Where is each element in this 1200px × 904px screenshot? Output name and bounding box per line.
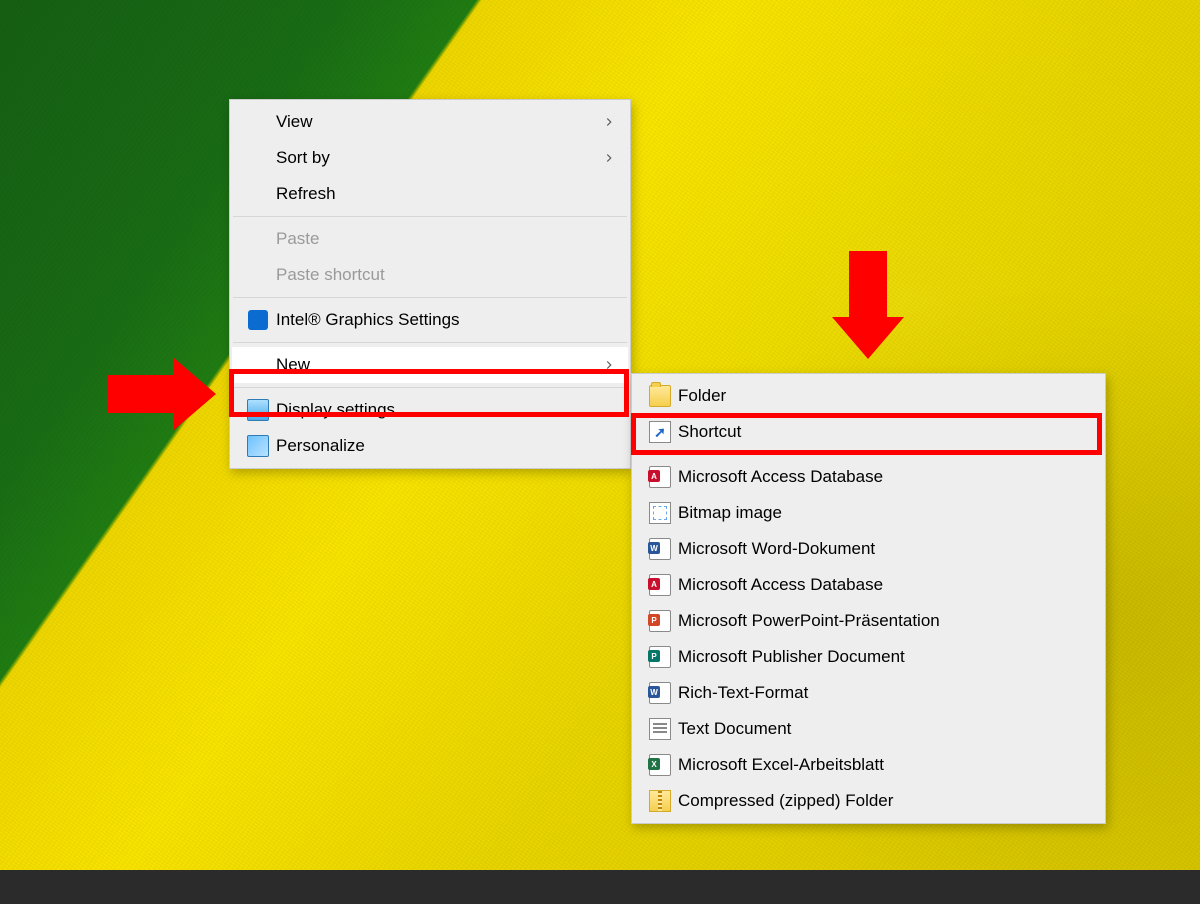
menu-label: Intel® Graphics Settings xyxy=(276,310,616,330)
menu-item-refresh[interactable]: Refresh xyxy=(232,176,628,212)
intel-graphics-icon xyxy=(240,310,276,330)
submenu-item-zip[interactable]: Compressed (zipped) Folder xyxy=(634,783,1103,819)
submenu-item-excel[interactable]: X Microsoft Excel-Arbeitsblatt xyxy=(634,747,1103,783)
menu-label: Rich-Text-Format xyxy=(678,683,1091,703)
menu-label: Sort by xyxy=(276,148,582,168)
menu-label: View xyxy=(276,112,582,132)
access-icon: A xyxy=(642,574,678,596)
taskbar[interactable] xyxy=(0,870,1200,904)
access-icon: A xyxy=(642,466,678,488)
powerpoint-icon: P xyxy=(642,610,678,632)
menu-item-sort-by[interactable]: Sort by xyxy=(232,140,628,176)
menu-label: Microsoft Excel-Arbeitsblatt xyxy=(678,755,1091,775)
new-submenu: Folder Shortcut A Microsoft Access Datab… xyxy=(631,373,1106,824)
menu-label: Compressed (zipped) Folder xyxy=(678,791,1091,811)
rtf-icon: W xyxy=(642,682,678,704)
shortcut-icon xyxy=(642,421,678,443)
menu-label: Bitmap image xyxy=(678,503,1091,523)
display-settings-icon xyxy=(240,399,276,421)
menu-label: New xyxy=(276,355,582,375)
menu-label: Paste xyxy=(276,229,616,249)
menu-label: Display settings xyxy=(276,400,616,420)
menu-separator xyxy=(233,216,627,217)
menu-separator xyxy=(233,297,627,298)
menu-label: Personalize xyxy=(276,436,616,456)
menu-label: Microsoft PowerPoint-Präsentation xyxy=(678,611,1091,631)
word-icon: W xyxy=(642,538,678,560)
menu-label: Paste shortcut xyxy=(276,265,616,285)
menu-item-new[interactable]: New xyxy=(232,347,628,383)
menu-label: Refresh xyxy=(276,184,616,204)
submenu-item-shortcut[interactable]: Shortcut xyxy=(634,414,1103,450)
menu-label: Microsoft Publisher Document xyxy=(678,647,1091,667)
menu-item-display-settings[interactable]: Display settings xyxy=(232,392,628,428)
submenu-item-bitmap[interactable]: Bitmap image xyxy=(634,495,1103,531)
chevron-right-icon xyxy=(602,358,616,372)
submenu-item-rtf[interactable]: W Rich-Text-Format xyxy=(634,675,1103,711)
menu-separator xyxy=(233,342,627,343)
submenu-item-powerpoint[interactable]: P Microsoft PowerPoint-Präsentation xyxy=(634,603,1103,639)
submenu-item-publisher[interactable]: P Microsoft Publisher Document xyxy=(634,639,1103,675)
submenu-item-access-2[interactable]: A Microsoft Access Database xyxy=(634,567,1103,603)
menu-label: Folder xyxy=(678,386,1091,406)
menu-label: Shortcut xyxy=(678,422,1091,442)
submenu-item-access[interactable]: A Microsoft Access Database xyxy=(634,459,1103,495)
excel-icon: X xyxy=(642,754,678,776)
menu-item-personalize[interactable]: Personalize xyxy=(232,428,628,464)
chevron-right-icon xyxy=(602,115,616,129)
menu-item-paste: Paste xyxy=(232,221,628,257)
submenu-item-word[interactable]: W Microsoft Word-Dokument xyxy=(634,531,1103,567)
menu-label: Microsoft Access Database xyxy=(678,467,1091,487)
submenu-item-folder[interactable]: Folder xyxy=(634,378,1103,414)
menu-label: Text Document xyxy=(678,719,1091,739)
menu-separator xyxy=(233,387,627,388)
submenu-item-text[interactable]: Text Document xyxy=(634,711,1103,747)
personalize-icon xyxy=(240,435,276,457)
desktop-context-menu: View Sort by Refresh Paste Paste shortcu… xyxy=(229,99,631,469)
menu-label: Microsoft Word-Dokument xyxy=(678,539,1091,559)
menu-separator xyxy=(635,454,1102,455)
menu-item-paste-shortcut: Paste shortcut xyxy=(232,257,628,293)
chevron-right-icon xyxy=(602,151,616,165)
menu-item-view[interactable]: View xyxy=(232,104,628,140)
bitmap-icon xyxy=(642,502,678,524)
text-file-icon xyxy=(642,718,678,740)
menu-item-intel-graphics[interactable]: Intel® Graphics Settings xyxy=(232,302,628,338)
folder-icon xyxy=(642,385,678,407)
menu-label: Microsoft Access Database xyxy=(678,575,1091,595)
zip-folder-icon xyxy=(642,790,678,812)
publisher-icon: P xyxy=(642,646,678,668)
